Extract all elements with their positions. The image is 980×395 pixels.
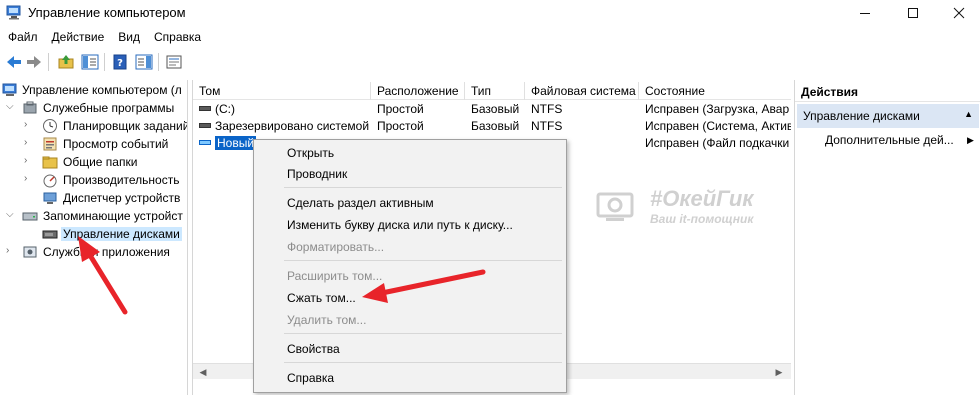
scroll-right-icon[interactable]: ▶ bbox=[771, 365, 787, 379]
tree-item-event-viewer[interactable]: › Просмотр событий bbox=[0, 135, 187, 153]
column-type[interactable]: Тип bbox=[465, 82, 525, 100]
tree-item-storage[interactable]: ⌵ Запоминающие устройст bbox=[0, 207, 187, 225]
tree-item-services-apps[interactable]: › Службы и приложения bbox=[0, 243, 187, 261]
show-hide-tree-icon[interactable] bbox=[80, 52, 100, 72]
event-viewer-icon bbox=[42, 136, 58, 152]
chevron-down-icon[interactable]: ⌵ bbox=[6, 209, 16, 220]
menu-view[interactable]: Вид bbox=[110, 27, 146, 47]
column-filesystem[interactable]: Файловая система bbox=[525, 82, 639, 100]
chevron-right-icon[interactable]: › bbox=[24, 119, 34, 130]
volume-icon bbox=[199, 140, 211, 146]
chevron-right-icon[interactable]: › bbox=[24, 173, 34, 184]
actions-section-disk-management[interactable]: Управление дисками ▲ bbox=[797, 104, 979, 128]
chevron-down-icon[interactable]: ⌵ bbox=[6, 101, 16, 112]
navigation-tree: Управление компьютером (л ⌵ Служебные пр… bbox=[0, 80, 188, 395]
menu-item-explorer[interactable]: Проводник bbox=[287, 167, 347, 181]
back-arrow-icon[interactable] bbox=[4, 52, 24, 72]
chevron-right-icon[interactable]: › bbox=[6, 245, 16, 256]
storage-icon bbox=[22, 208, 38, 224]
menu-action[interactable]: Действие bbox=[44, 27, 111, 47]
scroll-left-icon[interactable]: ◀ bbox=[195, 365, 211, 379]
chevron-right-icon[interactable]: › bbox=[24, 155, 34, 166]
menu-item-extend[interactable]: Расширить том... bbox=[287, 269, 382, 283]
title-bar: Управление компьютером bbox=[0, 0, 980, 26]
up-folder-icon[interactable] bbox=[56, 52, 76, 72]
computer-management-icon bbox=[6, 5, 22, 20]
menu-item-change-letter[interactable]: Изменить букву диска или путь к диску... bbox=[287, 218, 513, 232]
actions-pane: Действия Управление дисками ▲ Дополнител… bbox=[794, 80, 980, 395]
watermark-subtitle: Ваш it-помощник bbox=[650, 212, 754, 226]
tree-item-performance[interactable]: › Производительность bbox=[0, 171, 187, 189]
toolbar: ? bbox=[0, 50, 980, 74]
tools-icon bbox=[22, 100, 38, 116]
menu-item-help[interactable]: Справка bbox=[287, 371, 334, 385]
maximize-button[interactable] bbox=[890, 0, 936, 26]
svg-text:?: ? bbox=[117, 58, 123, 69]
menu-item-shrink[interactable]: Сжать том... bbox=[287, 291, 356, 305]
more-actions-item[interactable]: Дополнительные дей... ▶ bbox=[825, 133, 975, 147]
column-status[interactable]: Состояние bbox=[639, 82, 791, 100]
tree-item-shared-folders[interactable]: › Общие папки bbox=[0, 153, 187, 171]
shared-folder-icon bbox=[42, 154, 58, 170]
menu-item-format[interactable]: Форматировать... bbox=[287, 240, 384, 254]
menu-item-delete[interactable]: Удалить том... bbox=[287, 313, 366, 327]
menu-item-open[interactable]: Открыть bbox=[287, 146, 334, 160]
watermark-title: #ОкейГик bbox=[650, 186, 754, 211]
disk-icon bbox=[42, 226, 58, 242]
volume-icon bbox=[199, 123, 211, 129]
minimize-button[interactable] bbox=[842, 0, 888, 26]
help-book-icon[interactable]: ? bbox=[110, 52, 130, 72]
menu-item-properties[interactable]: Свойства bbox=[287, 342, 340, 356]
show-hide-action-pane-icon[interactable] bbox=[134, 52, 154, 72]
tree-item-system-tools[interactable]: ⌵ Служебные программы bbox=[0, 99, 187, 117]
clock-icon bbox=[42, 118, 58, 134]
window-title: Управление компьютером bbox=[28, 5, 186, 20]
tree-item-task-scheduler[interactable]: › Планировщик заданий bbox=[0, 117, 187, 135]
table-row[interactable]: (C:) Простой Базовый NTFS Исправен (Загр… bbox=[193, 101, 791, 118]
services-icon bbox=[22, 244, 38, 260]
collapse-up-icon[interactable]: ▲ bbox=[964, 109, 973, 119]
tree-item-disk-management[interactable]: Управление дисками bbox=[0, 225, 187, 243]
column-layout[interactable]: Расположение bbox=[371, 82, 465, 100]
watermark-logo-icon bbox=[596, 192, 640, 224]
watermark: #ОкейГик Ваш it-помощник bbox=[596, 186, 796, 230]
column-volume[interactable]: Том bbox=[193, 82, 371, 100]
list-header: Том Расположение Тип Файловая система Со… bbox=[193, 82, 791, 100]
table-row[interactable]: Зарезервировано системой Простой Базовый… bbox=[193, 118, 791, 135]
menu-item-mark-active[interactable]: Сделать раздел активным bbox=[287, 196, 434, 210]
volume-icon bbox=[199, 106, 211, 112]
context-menu: Открыть Проводник Сделать раздел активны… bbox=[253, 139, 567, 393]
forward-arrow-icon[interactable] bbox=[24, 52, 44, 72]
performance-icon bbox=[42, 172, 58, 188]
tree-item-device-manager[interactable]: Диспетчер устройств bbox=[0, 189, 187, 207]
actions-header: Действия bbox=[795, 82, 980, 102]
properties-list-icon[interactable] bbox=[164, 52, 184, 72]
menu-bar: Файл Действие Вид Справка bbox=[0, 27, 980, 47]
menu-file[interactable]: Файл bbox=[0, 27, 44, 47]
chevron-right-icon[interactable]: › bbox=[24, 137, 34, 148]
computer-management-icon bbox=[2, 82, 18, 98]
tree-root[interactable]: Управление компьютером (л bbox=[0, 81, 187, 99]
menu-help[interactable]: Справка bbox=[146, 27, 207, 47]
device-manager-icon bbox=[42, 190, 58, 206]
close-button[interactable] bbox=[936, 0, 980, 26]
submenu-arrow-icon: ▶ bbox=[967, 135, 974, 145]
